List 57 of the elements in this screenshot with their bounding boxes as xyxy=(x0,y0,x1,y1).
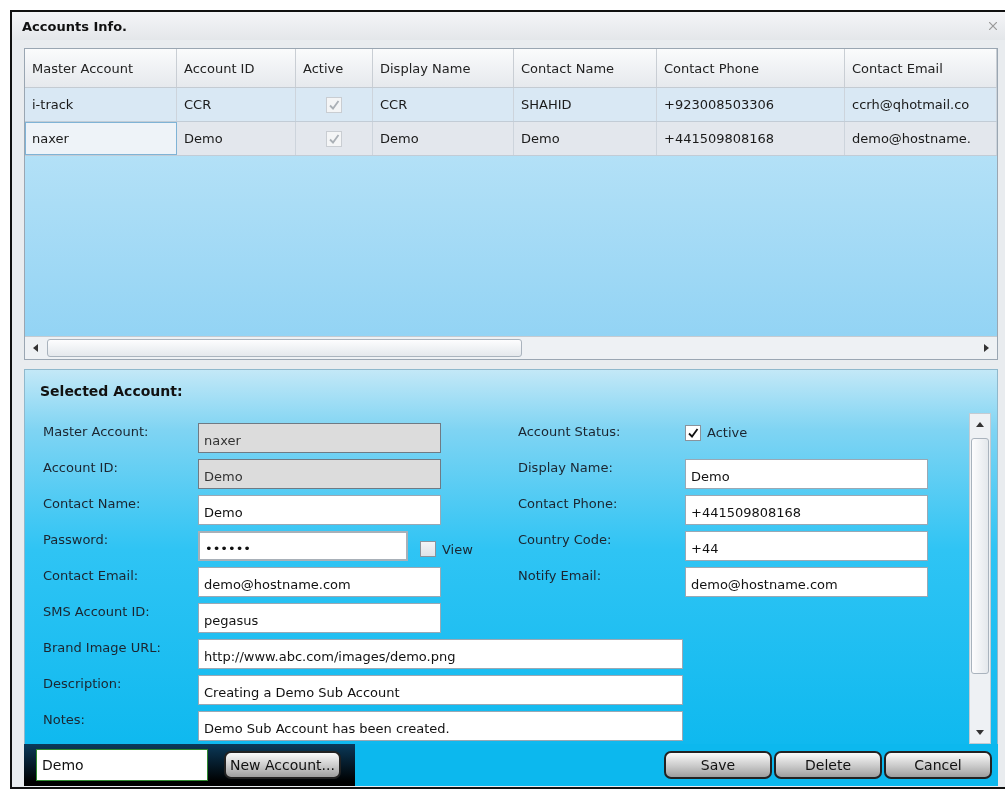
column-header[interactable]: Contact Phone xyxy=(657,49,845,87)
column-header[interactable]: Master Account xyxy=(25,49,177,87)
text-field[interactable]: demo@hostname.com xyxy=(198,567,441,597)
action-button[interactable]: Save xyxy=(664,751,772,779)
field-label: Password: xyxy=(43,531,110,549)
field-label: Master Account: xyxy=(43,423,150,441)
text-field[interactable]: Demo Sub Account has been created. xyxy=(198,711,683,741)
password-field[interactable]: •••••• xyxy=(198,531,408,561)
text-field[interactable]: http://www.abc.com/images/demo.png xyxy=(198,639,683,669)
action-button[interactable]: Cancel xyxy=(884,751,992,779)
field-label: Country Code: xyxy=(518,531,613,549)
table-cell: Demo xyxy=(514,122,657,155)
field-label: Contact Name: xyxy=(43,495,142,513)
text-field[interactable]: demo@hostname.com xyxy=(685,567,928,597)
table-cell: +923008503306 xyxy=(657,88,845,121)
field-label: SMS Account ID: xyxy=(43,603,151,621)
column-header[interactable]: Contact Email xyxy=(845,49,997,87)
checkbox-label: View xyxy=(442,541,473,557)
text-field[interactable]: +44 xyxy=(685,531,928,561)
field-label: Account ID: xyxy=(43,459,119,477)
field-label: Account Status: xyxy=(518,423,622,441)
checkbox-label: Active xyxy=(707,425,748,440)
text-field[interactable]: Demo xyxy=(198,495,441,525)
section-title: Selected Account: xyxy=(39,382,184,401)
field-label: Notes: xyxy=(43,711,86,729)
text-field[interactable]: Creating a Demo Sub Account xyxy=(198,675,683,705)
table-cell: CCR xyxy=(373,88,514,121)
table-row[interactable]: naxer Demo Demo Demo +441509808168 demo@hostname. xyxy=(25,122,997,156)
table-cell: SHAHID xyxy=(514,88,657,121)
table-row[interactable]: i-track CCR CCR SHAHID +923008503306 ccrh@qhotmail.co xyxy=(25,88,997,122)
field-label: Display Name: xyxy=(518,459,614,477)
table-cell: demo@hostname. xyxy=(845,122,997,155)
table-cell: naxer xyxy=(25,122,177,155)
text-field[interactable]: pegasus xyxy=(198,603,441,633)
field-label: Description: xyxy=(43,675,123,693)
table-cell: ccrh@qhotmail.co xyxy=(845,88,997,121)
field-label: Notify Email: xyxy=(518,567,602,585)
text-field[interactable]: Demo xyxy=(198,459,441,489)
field-label: Brand Image URL: xyxy=(43,639,162,657)
table-cell: CCR xyxy=(177,88,296,121)
table-cell: i-track xyxy=(25,88,177,121)
window-title: Accounts Info. xyxy=(22,18,127,34)
column-header[interactable]: Contact Name xyxy=(514,49,657,87)
field-label: Contact Phone: xyxy=(518,495,619,513)
text-field[interactable]: naxer xyxy=(198,423,441,453)
column-header[interactable]: Display Name xyxy=(373,49,514,87)
new-account-button[interactable]: New Account... xyxy=(224,751,341,779)
field-label: Contact Email: xyxy=(43,567,140,585)
action-button[interactable]: Delete xyxy=(774,751,882,779)
table-cell: Demo xyxy=(177,122,296,155)
table-cell: Demo xyxy=(373,122,514,155)
column-header[interactable]: Active xyxy=(296,49,373,87)
text-field[interactable]: +441509808168 xyxy=(685,495,928,525)
search-field[interactable]: Demo xyxy=(36,749,208,781)
text-field[interactable]: Demo xyxy=(685,459,928,489)
column-header[interactable]: Account ID xyxy=(177,49,296,87)
table-cell: +441509808168 xyxy=(657,122,845,155)
